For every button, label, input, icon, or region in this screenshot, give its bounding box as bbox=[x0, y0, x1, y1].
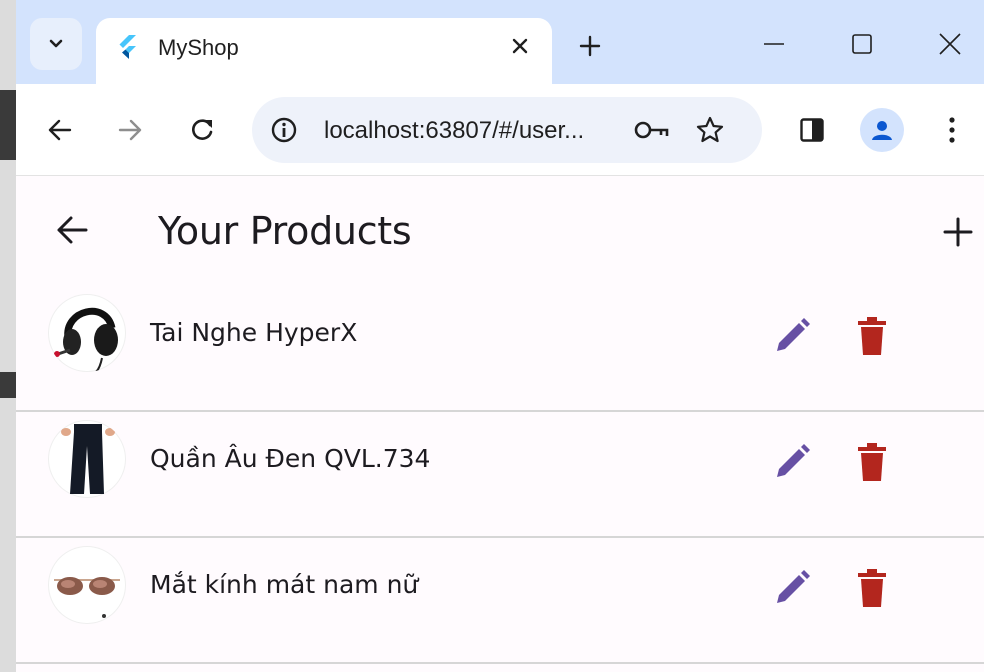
side-panel-icon bbox=[800, 118, 824, 142]
edit-icon bbox=[777, 444, 810, 477]
forward-button[interactable] bbox=[108, 108, 152, 152]
browser-menu-button[interactable] bbox=[930, 108, 974, 152]
window-close-icon bbox=[939, 33, 961, 55]
info-icon bbox=[271, 117, 297, 143]
tab-strip: MyShop bbox=[16, 0, 984, 84]
back-arrow-icon bbox=[57, 216, 88, 244]
more-vert-icon bbox=[949, 117, 955, 143]
product-name: Mắt kính mát nam nữ bbox=[150, 570, 419, 599]
delete-product-button[interactable] bbox=[850, 440, 894, 484]
delete-icon bbox=[858, 443, 886, 481]
close-icon bbox=[512, 38, 528, 54]
trousers-image bbox=[61, 424, 115, 494]
plus-icon bbox=[579, 35, 601, 57]
product-row: Mắt kính mát nam nữ bbox=[16, 538, 984, 664]
maximize-icon bbox=[852, 34, 872, 54]
desktop-fragment bbox=[0, 372, 16, 398]
flutter-favicon-icon bbox=[119, 35, 136, 59]
edit-icon bbox=[777, 570, 810, 603]
tab-close-button[interactable] bbox=[506, 32, 534, 60]
browser-toolbar: localhost:63807/#/user... bbox=[16, 84, 984, 176]
add-icon bbox=[943, 217, 973, 247]
edit-product-button[interactable] bbox=[770, 566, 814, 610]
side-panel-button[interactable] bbox=[790, 108, 834, 152]
site-info-button[interactable] bbox=[268, 114, 300, 146]
edit-icon bbox=[777, 318, 810, 351]
desktop-fragment bbox=[0, 90, 16, 160]
password-manager-button[interactable] bbox=[632, 116, 672, 144]
tab-search-icon bbox=[49, 39, 63, 48]
product-name: Tai Nghe HyperX bbox=[150, 318, 358, 347]
delete-product-button[interactable] bbox=[850, 314, 894, 358]
star-icon bbox=[696, 116, 724, 143]
forward-arrow-icon bbox=[118, 119, 142, 141]
headset-image bbox=[54, 307, 118, 372]
page-title: Your Products bbox=[158, 209, 412, 253]
product-name: Quần Âu Đen QVL.734 bbox=[150, 444, 431, 473]
tab-search-button[interactable] bbox=[30, 18, 82, 70]
profile-button[interactable] bbox=[860, 108, 904, 152]
edit-product-button[interactable] bbox=[770, 440, 814, 484]
reload-icon bbox=[192, 119, 213, 140]
delete-product-button[interactable] bbox=[850, 566, 894, 610]
address-bar[interactable]: localhost:63807/#/user... bbox=[252, 97, 762, 163]
product-row: Quần Âu Đen QVL.734 bbox=[16, 412, 984, 538]
delete-icon bbox=[858, 317, 886, 355]
key-icon bbox=[634, 121, 669, 139]
product-list: Tai Nghe HyperX Quần Âu Đen QVL.734 Mắt … bbox=[16, 286, 984, 664]
window-close-button[interactable] bbox=[928, 24, 972, 64]
browser-window: MyShop localhost:63807/#/user... Your Pr… bbox=[16, 0, 984, 672]
tab-title: MyShop bbox=[158, 35, 239, 60]
product-image-headset bbox=[48, 294, 126, 372]
maximize-button[interactable] bbox=[840, 24, 884, 64]
profile-icon bbox=[872, 121, 892, 140]
app-back-button[interactable] bbox=[48, 206, 96, 254]
product-image-sunglasses bbox=[48, 546, 126, 624]
delete-icon bbox=[858, 569, 886, 607]
active-tab[interactable]: MyShop bbox=[96, 18, 552, 84]
back-arrow-icon bbox=[48, 119, 72, 141]
new-tab-button[interactable] bbox=[572, 28, 608, 64]
reload-button[interactable] bbox=[180, 108, 224, 152]
add-product-button[interactable] bbox=[934, 208, 982, 256]
bookmark-button[interactable] bbox=[692, 112, 728, 148]
minimize-button[interactable] bbox=[752, 24, 796, 64]
back-button[interactable] bbox=[38, 108, 82, 152]
product-row: Tai Nghe HyperX bbox=[16, 286, 984, 412]
edit-product-button[interactable] bbox=[770, 314, 814, 358]
product-image-trousers bbox=[48, 420, 126, 498]
url-text: localhost:63807/#/user... bbox=[324, 117, 585, 144]
sunglasses-image bbox=[54, 577, 120, 618]
app-bar: Your Products bbox=[16, 176, 984, 286]
minimize-icon bbox=[764, 43, 784, 45]
desktop-background bbox=[0, 0, 16, 672]
